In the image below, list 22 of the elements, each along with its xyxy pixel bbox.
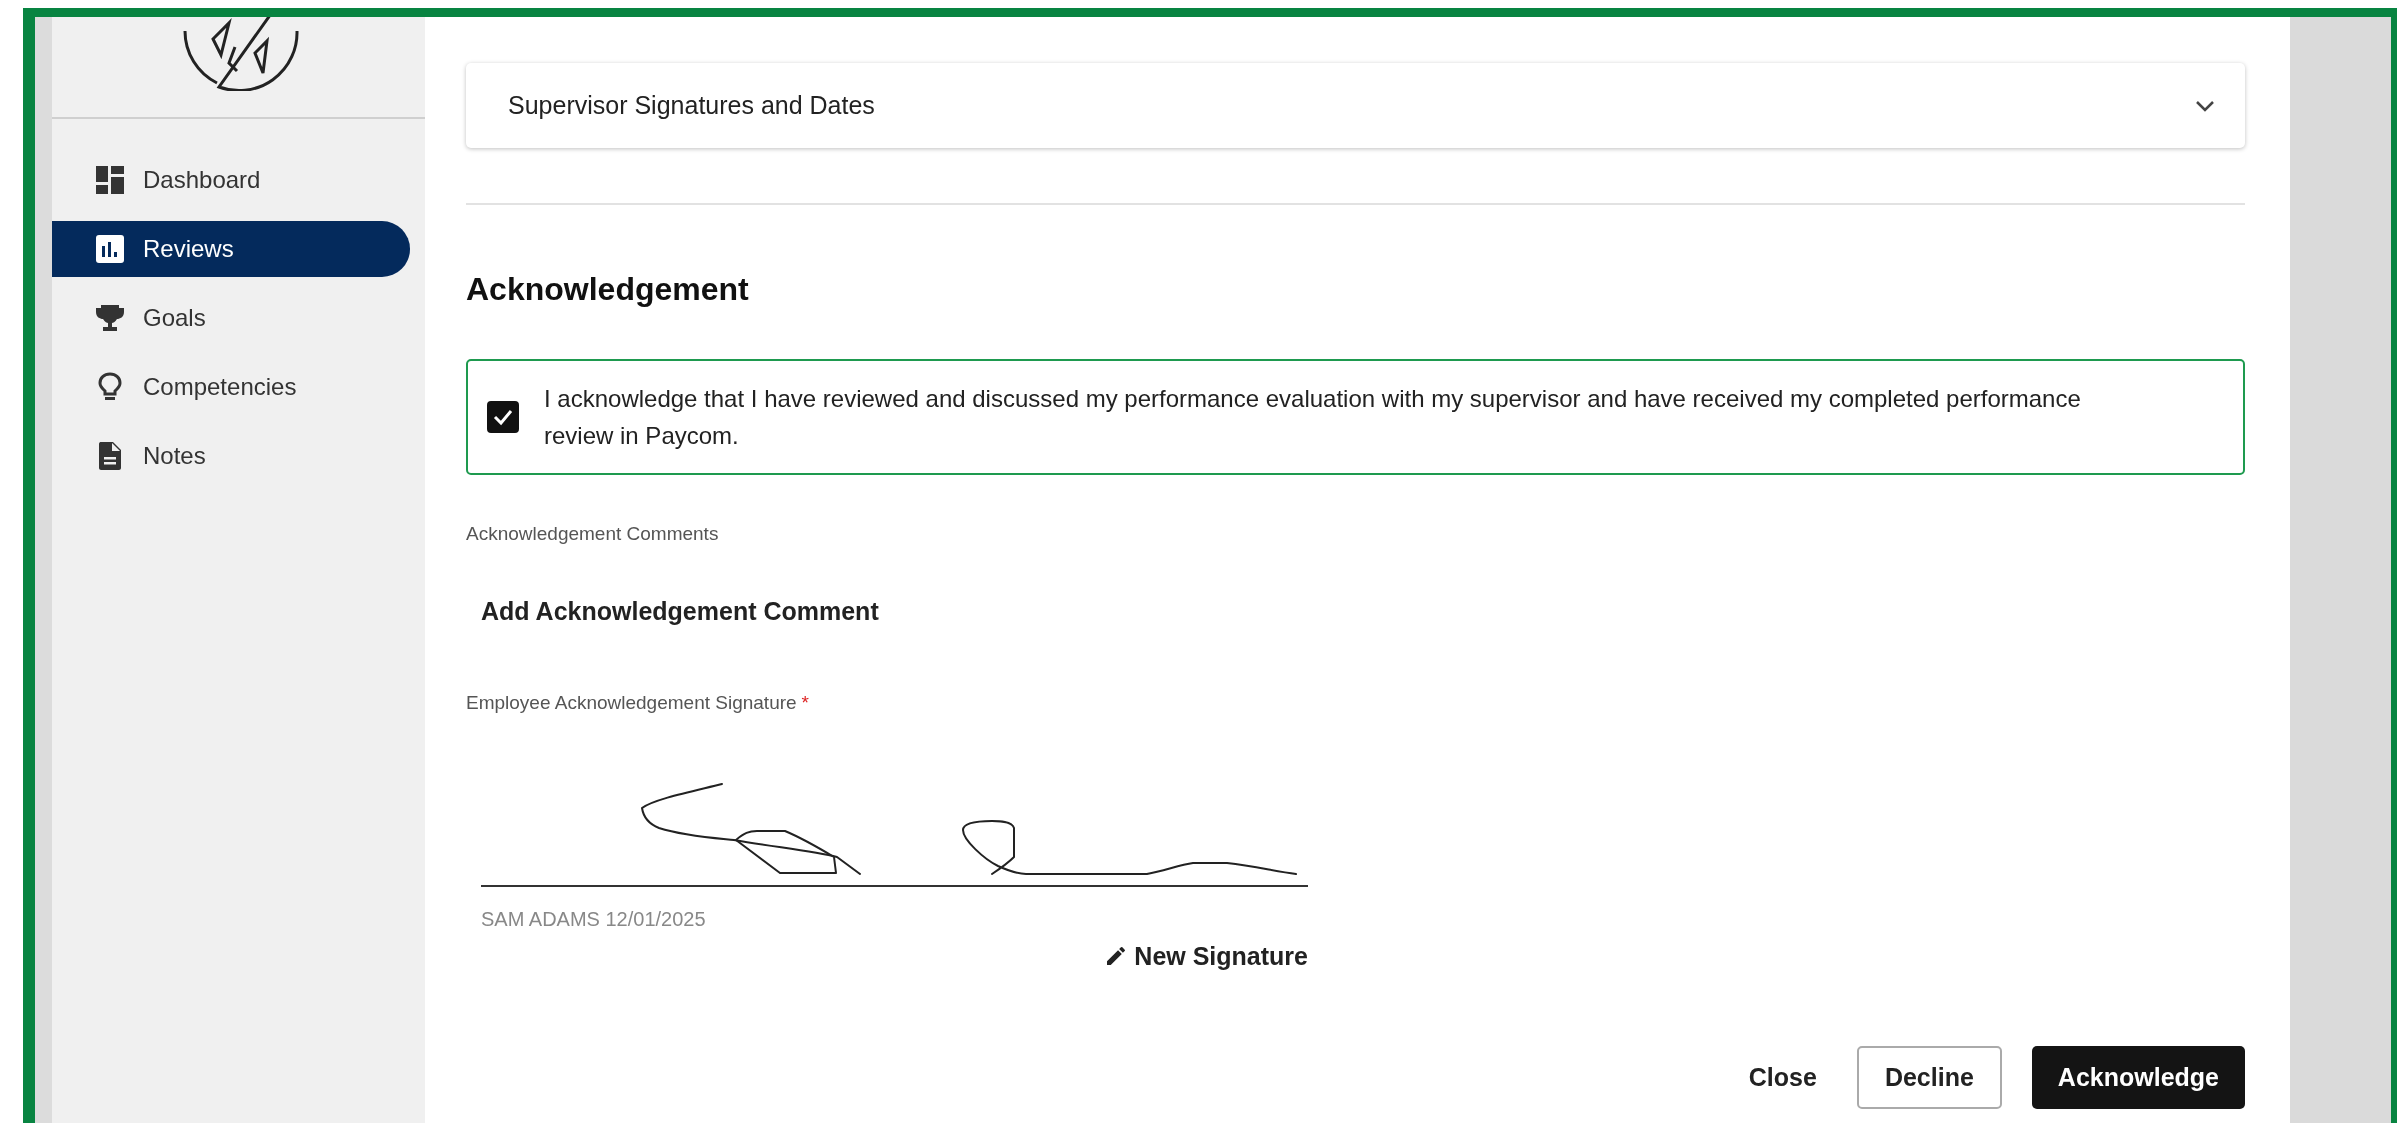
signer-name-date: SAM ADAMS 12/01/2025 xyxy=(481,907,707,931)
required-mark: * xyxy=(801,691,809,715)
acknowledgement-statement: I acknowledge that I have reviewed and discussed my performance evaluation with my supervisor and have received my completed performance review in Paycom. xyxy=(544,384,2082,451)
sidebar-item[interactable]: Dashboard xyxy=(52,152,410,208)
new-signature-button[interactable]: New Signature xyxy=(1104,936,1308,976)
acknowledge-button[interactable]: Acknowledge xyxy=(2031,1046,2245,1109)
section-heading: Acknowledgement xyxy=(466,270,750,309)
add-comment-button[interactable]: Add Acknowledgement Comment xyxy=(466,596,894,626)
sidebar-item[interactable]: Competencies xyxy=(52,359,410,415)
checkbox[interactable] xyxy=(487,401,519,433)
accordion-header[interactable]: Supervisor Signatures and Dates xyxy=(466,63,2245,148)
trophy-icon xyxy=(95,303,125,333)
decline-button[interactable]: Decline xyxy=(1856,1046,2002,1109)
sidebar-item[interactable]: Goals xyxy=(52,290,410,346)
comments-label: Acknowledgement Comments xyxy=(466,522,720,546)
signature-label: Employee Acknowledgement Signature xyxy=(466,691,797,715)
close-button[interactable]: Close xyxy=(1738,1046,1827,1109)
sidebar-item[interactable]: Reviews xyxy=(52,221,410,277)
sidebar-item[interactable]: Notes xyxy=(52,428,410,484)
dashboard-icon xyxy=(95,165,125,195)
chevron-icon xyxy=(2195,99,2215,112)
bar-chart-icon xyxy=(95,234,125,264)
